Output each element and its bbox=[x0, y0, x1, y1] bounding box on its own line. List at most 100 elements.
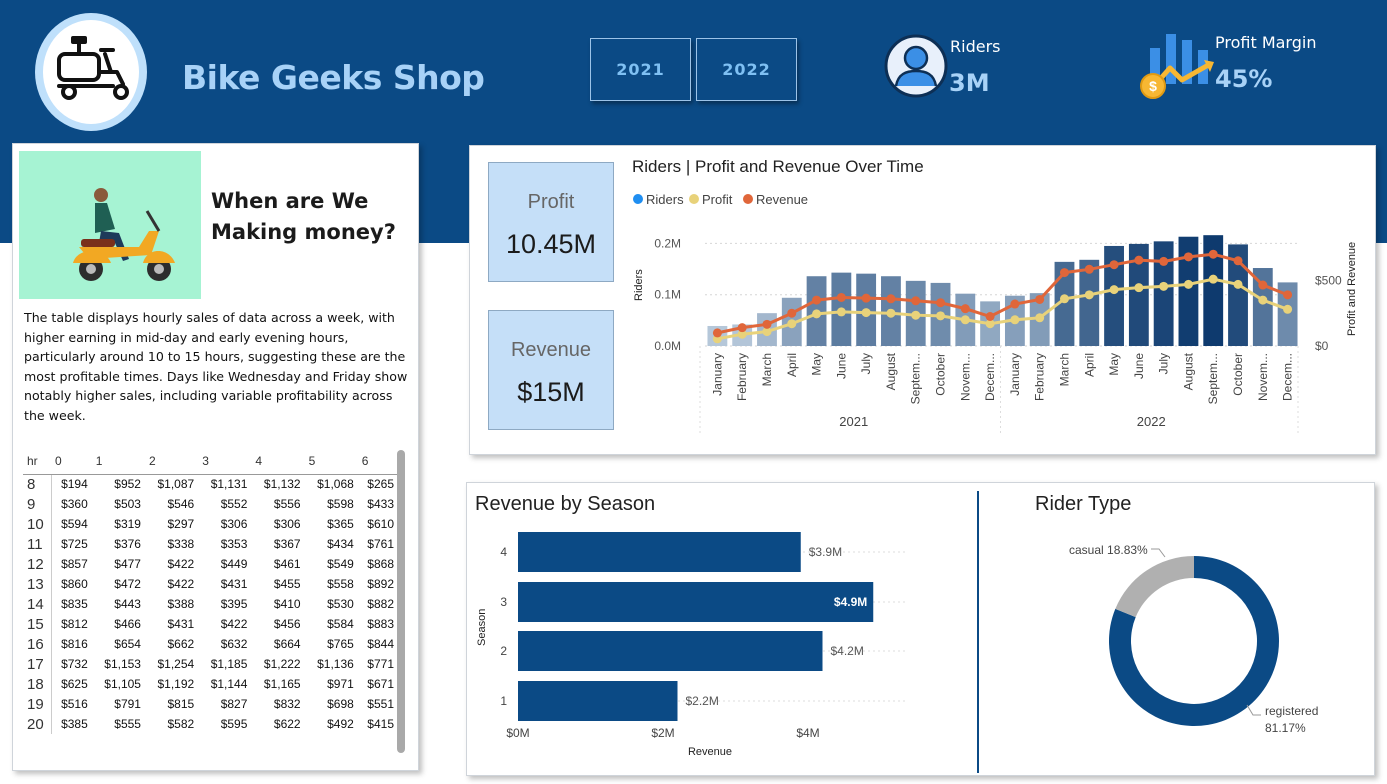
sales-cell: $844 bbox=[367, 637, 394, 651]
year-filter-2021-button[interactable]: 2021 bbox=[590, 38, 691, 101]
sales-cell: $410 bbox=[273, 597, 301, 611]
column-header-day[interactable]: 1 bbox=[91, 449, 145, 475]
y-left-axis-label: Riders bbox=[633, 269, 645, 301]
table-row: 16 $816 $654 $662 $632 $664 $765 $844 bbox=[23, 634, 398, 654]
column-header-day[interactable]: 3 bbox=[198, 449, 252, 475]
sales-cell: $431 bbox=[167, 617, 195, 631]
x-month-label: March bbox=[760, 353, 774, 386]
sales-cell: $671 bbox=[367, 677, 394, 691]
hour-cell: 13 bbox=[23, 574, 52, 594]
y-left-tick: 0.2M bbox=[654, 236, 681, 250]
table-row: 18 $625 $1,105 $1,192 $1,144 $1,165 $971 $671 bbox=[23, 674, 398, 694]
season-label: 1 bbox=[500, 694, 507, 708]
sales-cell: $725 bbox=[61, 537, 88, 551]
hour-cell: 14 bbox=[23, 594, 52, 614]
sales-cell: $598 bbox=[327, 497, 354, 511]
sales-cell: $431 bbox=[220, 577, 248, 591]
sales-cell: $1,165 bbox=[263, 677, 301, 691]
sales-cell: $952 bbox=[114, 477, 141, 492]
sales-cell: $1,136 bbox=[317, 657, 354, 671]
column-header-day[interactable]: 5 bbox=[304, 449, 358, 475]
sales-cell: $654 bbox=[114, 637, 141, 651]
column-header-day[interactable]: 0 bbox=[51, 449, 92, 475]
x-tick: $2M bbox=[651, 726, 674, 740]
donut-label-registered: registered bbox=[1265, 704, 1318, 718]
point-revenue bbox=[712, 328, 722, 338]
sales-cell: $415 bbox=[367, 717, 394, 731]
x-month-label: March bbox=[1057, 353, 1071, 386]
sales-cell: $594 bbox=[61, 517, 88, 531]
x-month-label: January bbox=[1008, 353, 1022, 396]
profit-growth-icon: $ bbox=[1140, 34, 1214, 99]
x-month-label: Decem... bbox=[1281, 353, 1295, 401]
combo-chart-card: Profit 10.45M Revenue $15M Riders | Prof… bbox=[469, 145, 1376, 455]
sales-cell: $549 bbox=[327, 557, 354, 571]
table-row: 13 $860 $472 $422 $431 $455 $558 $892 bbox=[23, 574, 398, 594]
point-revenue bbox=[1084, 264, 1094, 274]
sales-cell: $816 bbox=[61, 637, 88, 651]
point-profit bbox=[911, 310, 921, 320]
sales-cell: $388 bbox=[167, 597, 195, 611]
x-month-label: Decem... bbox=[983, 353, 997, 401]
sales-cell: $556 bbox=[273, 497, 301, 511]
season-and-rider-charts: $0M $2M $4M 4 $3.9M 3 $4.9M 2 $4.2M 1 $2.2M Revenue… bbox=[476, 532, 1318, 758]
table-scrollbar[interactable] bbox=[397, 450, 405, 753]
x-month-label: May bbox=[1107, 353, 1121, 376]
sales-cell: $832 bbox=[273, 697, 301, 711]
sales-cell: $664 bbox=[273, 637, 301, 651]
point-profit bbox=[1283, 304, 1293, 314]
sales-cell: $461 bbox=[273, 557, 301, 571]
leader-line bbox=[1246, 704, 1261, 716]
sales-cell: $455 bbox=[273, 577, 301, 591]
season-label: 4 bbox=[500, 545, 507, 559]
season-label: 3 bbox=[500, 595, 507, 609]
sales-cell: $815 bbox=[167, 697, 195, 711]
bar-data-label: $4.9M bbox=[834, 595, 867, 609]
point-revenue bbox=[787, 308, 797, 318]
hour-cell: 20 bbox=[23, 714, 52, 734]
sales-cell: $761 bbox=[367, 537, 394, 551]
sales-cell: $306 bbox=[220, 517, 248, 531]
x-month-label: October bbox=[934, 353, 948, 396]
sales-cell: $732 bbox=[61, 657, 88, 671]
table-row: 12 $857 $477 $422 $449 $461 $549 $868 bbox=[23, 554, 398, 574]
point-revenue bbox=[1208, 249, 1218, 259]
donut-label-casual: casual 18.83% bbox=[1069, 543, 1148, 557]
sales-cell: $395 bbox=[220, 597, 248, 611]
y-left-tick: 0.0M bbox=[654, 339, 681, 353]
legend-label-profit: Profit bbox=[702, 192, 733, 207]
sales-cell: $584 bbox=[327, 617, 354, 631]
column-header-day[interactable]: 2 bbox=[144, 449, 199, 475]
point-profit bbox=[1059, 294, 1069, 304]
sales-cell: $546 bbox=[167, 497, 195, 511]
sales-cell: $662 bbox=[167, 637, 195, 651]
point-revenue bbox=[1258, 280, 1268, 290]
sales-cell: $353 bbox=[220, 537, 248, 551]
bar-data-label: $2.2M bbox=[686, 694, 719, 708]
point-profit bbox=[1109, 285, 1119, 295]
scooter-charger-icon bbox=[57, 36, 129, 100]
x-month-label: Novem... bbox=[958, 353, 972, 401]
bar-season bbox=[518, 532, 801, 572]
column-header-day[interactable]: 6 bbox=[357, 449, 398, 475]
column-header-hr[interactable]: hr bbox=[23, 449, 51, 475]
column-header-day[interactable]: 4 bbox=[251, 449, 305, 475]
x-year-label: 2022 bbox=[1137, 414, 1166, 429]
x-axis-label: Revenue bbox=[688, 746, 732, 758]
sales-cell: $551 bbox=[367, 697, 394, 711]
sales-cell: $433 bbox=[367, 497, 394, 511]
point-profit bbox=[1258, 295, 1268, 305]
year-filter-2022-button[interactable]: 2022 bbox=[696, 38, 797, 101]
point-revenue bbox=[1010, 299, 1020, 309]
point-revenue bbox=[1159, 256, 1169, 266]
legend-marker-revenue bbox=[743, 194, 753, 204]
sales-cell: $622 bbox=[273, 717, 301, 731]
sales-cell: $385 bbox=[61, 717, 88, 731]
sales-cell: $194 bbox=[61, 477, 88, 492]
x-month-label: Septem... bbox=[1206, 353, 1220, 404]
bar-season bbox=[518, 681, 678, 721]
point-profit bbox=[1134, 283, 1144, 293]
sales-cell: $367 bbox=[273, 537, 301, 551]
section-heading: When are We Making money? bbox=[211, 189, 396, 244]
point-profit bbox=[1183, 279, 1193, 289]
